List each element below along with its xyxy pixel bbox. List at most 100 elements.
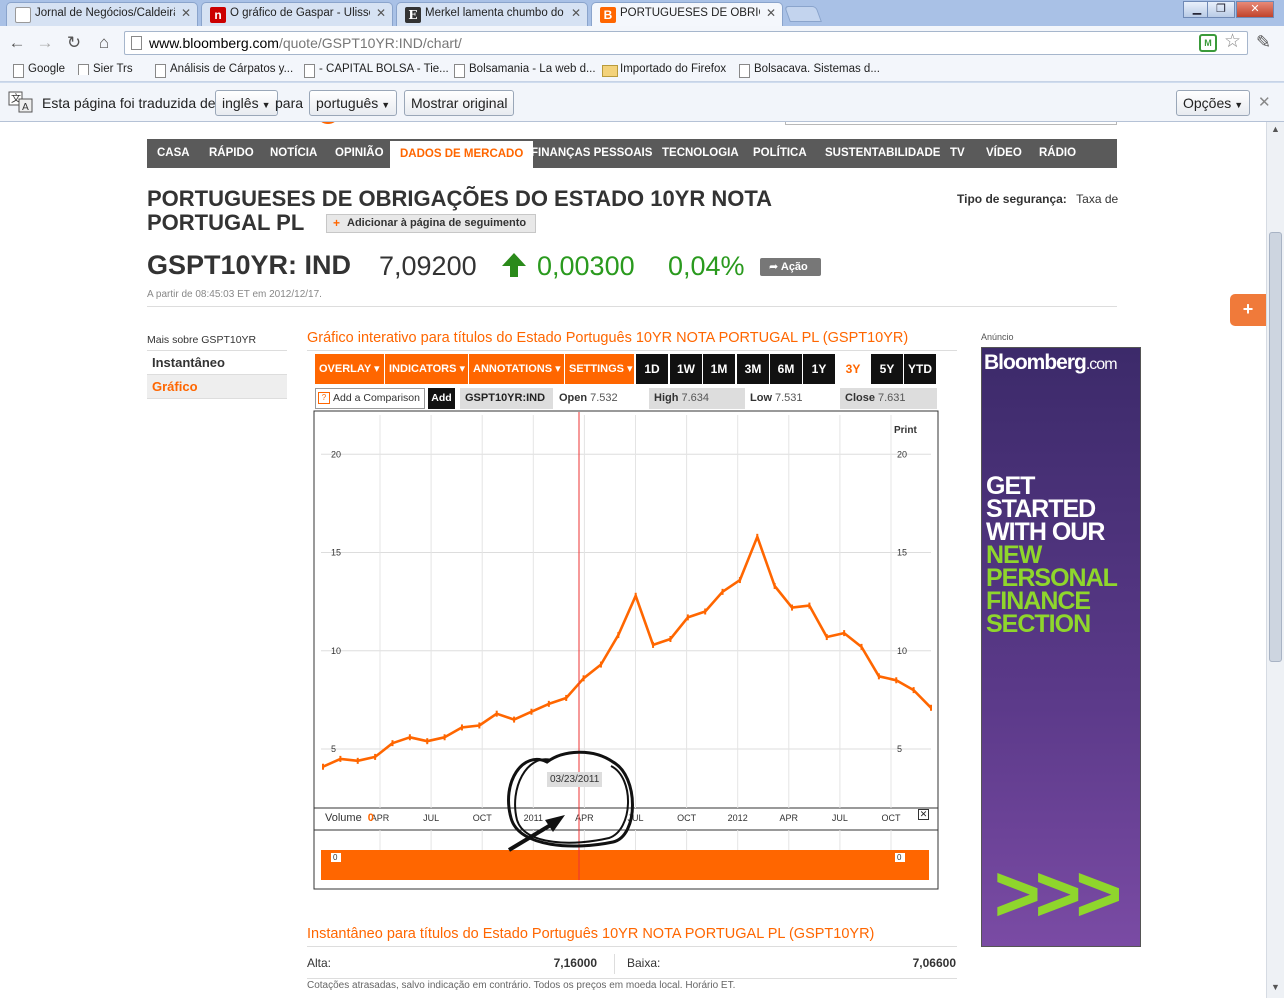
close-icon[interactable]: ✕ [181, 6, 191, 20]
translate-options-select[interactable]: Opções ▼ [1176, 90, 1251, 116]
indicators-menu[interactable]: INDICATORS ▾ [385, 354, 469, 384]
nav-item-video[interactable]: VÍDEO [976, 139, 1032, 168]
nav-item-rapido[interactable]: RÁPIDO [199, 139, 264, 168]
overlay-menu[interactable]: OVERLAY ▾ [315, 354, 385, 384]
wrench-icon[interactable]: ✎ [1256, 32, 1271, 53]
nav-item-tecnologia[interactable]: TECNOLOGIA [652, 139, 749, 168]
svg-text:A: A [22, 102, 29, 113]
scroll-up-arrow-icon[interactable]: ▲ [1269, 124, 1282, 138]
nav-item-dados-de-mercado[interactable]: DADOS DE MERCADO [390, 139, 534, 168]
dropdown-caret-icon: ▼ [1234, 100, 1244, 110]
tab-merkel[interactable]: E Merkel lamenta chumbo do Pl ✕ [396, 2, 588, 26]
bookmark-bolsamania[interactable]: Bolsamania - La web d... [453, 63, 596, 78]
left-nav-item-chart[interactable]: Gráfico [147, 375, 287, 399]
range-ytd-button[interactable]: YTD [904, 354, 936, 384]
nav-item-casa[interactable]: CASA [147, 139, 200, 168]
close-value: Close 7.631 [840, 388, 937, 409]
bookmark-carpatos[interactable]: Análisis de Cárpatos y... [154, 63, 293, 78]
close-translate-bar-icon[interactable]: ✕ [1258, 93, 1271, 111]
n-favicon-icon: n [210, 7, 226, 23]
nav-item-financas-pessoais[interactable]: FINANÇAS PESSOAIS [521, 139, 662, 168]
close-icon[interactable]: ✕ [571, 6, 581, 20]
divider [307, 978, 957, 979]
price-chart[interactable]: 5 5 10 10 15 15 20 20 APR JUL OCT 2011 APR JUL OCT 2012… [313, 410, 939, 890]
address-bar[interactable]: www.bloomberg.com/quote/GSPT10YR:IND/cha… [124, 31, 1248, 55]
y-tick-label-left: 10 [331, 646, 341, 656]
share-arrow-icon: ➦ [769, 261, 781, 273]
bookmark-bolsacava[interactable]: Bolsacava. Sistemas d... [738, 63, 880, 78]
nav-item-sustentabilidade[interactable]: SUSTENTABILIDADE [815, 139, 950, 168]
close-icon[interactable]: ✕ [376, 6, 386, 20]
volume-label: Volume 0 [325, 812, 374, 824]
ad-label: Anúncio [981, 332, 1014, 342]
main-nav: CASA RÁPIDO NOTÍCIA OPINIÃO DADOS DE MER… [147, 139, 1117, 168]
page-scrollbar[interactable]: ▲ ▼ [1266, 122, 1284, 998]
x-tick-label: 2011 [524, 813, 543, 823]
tab-jornal[interactable]: Jornal de Negócios/Caldeirão ✕ [6, 2, 198, 26]
site-search-box[interactable] [785, 122, 1117, 125]
print-link[interactable]: Print [894, 425, 917, 436]
range-1m-button[interactable]: 1M [703, 354, 735, 384]
show-original-button[interactable]: Mostrar original [404, 90, 515, 116]
nav-item-opiniao[interactable]: OPINIÃO [325, 139, 394, 168]
back-arrow-icon[interactable]: ← [6, 32, 28, 54]
x-tick-label: 2012 [728, 813, 748, 823]
range-5y-button[interactable]: 5Y [871, 354, 903, 384]
add-to-watchlist-button[interactable]: + Adicionar à página de seguimento [326, 214, 537, 233]
home-icon[interactable]: ⌂ [93, 32, 115, 54]
new-tab-button[interactable] [784, 6, 822, 22]
settings-menu[interactable]: SETTINGS ▾ [565, 354, 635, 384]
maximize-button[interactable]: ❐ [1207, 1, 1235, 18]
extension-shield-icon[interactable]: M [1199, 34, 1217, 52]
source-language-select[interactable]: inglês ▼ [215, 90, 278, 116]
reload-icon[interactable]: ↻ [63, 32, 85, 54]
comparison-input[interactable]: ? Add a Comparison [315, 388, 425, 409]
tab-title: O gráfico de Gaspar - Ulisses [230, 7, 370, 19]
page-title-line2: PORTUGAL PL [147, 210, 305, 235]
volume-panel: 00 [321, 850, 929, 880]
window-close-button[interactable]: ✕ [1236, 1, 1274, 18]
tab-gaspar[interactable]: n O gráfico de Gaspar - Ulisses ✕ [201, 2, 393, 26]
target-language-value: português [316, 95, 379, 111]
x-tick-label: APR [780, 813, 799, 823]
tab-bloomberg-active[interactable]: B PORTUGUESES DE OBRIGAÇ ✕ [591, 2, 783, 26]
bookmark-sier[interactable]: Sier Trs [77, 63, 133, 75]
y-tick-label-right: 10 [897, 646, 907, 656]
target-language-select[interactable]: português ▼ [309, 90, 398, 116]
help-icon[interactable]: ? [318, 392, 330, 404]
bookmark-folder-firefox[interactable]: Importado do Firefox [601, 63, 726, 77]
range-1w-button[interactable]: 1W [670, 354, 702, 384]
security-type: Tipo de segurança: Taxa de [957, 192, 1118, 206]
annotations-menu[interactable]: ANNOTATIONS ▾ [469, 354, 565, 384]
bookmark-star-icon[interactable]: ☆ [1224, 31, 1241, 53]
nav-item-noticia[interactable]: NOTÍCIA [260, 139, 327, 168]
left-nav-item-snapshot[interactable]: Instantâneo [147, 351, 287, 375]
share-button[interactable]: ➦ Ação [760, 258, 821, 276]
close-volume-icon[interactable]: ✕ [918, 809, 929, 820]
forward-arrow-icon[interactable]: → [34, 32, 56, 54]
bookmark-capital-bolsa[interactable]: - CAPITAL BOLSA - Tie... [303, 63, 449, 78]
scroll-thumb[interactable] [1269, 232, 1282, 662]
y-tick-label-right: 20 [897, 449, 907, 459]
scroll-down-arrow-icon[interactable]: ▼ [1269, 982, 1282, 996]
nav-item-tv[interactable]: TV [940, 139, 975, 168]
bloomberg-ad-banner[interactable]: Bloomberg.com GET STARTED WITH OUR NEW P… [981, 347, 1141, 947]
bookmark-google[interactable]: Google [12, 63, 65, 78]
range-6m-button[interactable]: 6M [770, 354, 802, 384]
y-tick-label-left: 15 [331, 548, 341, 558]
range-3m-button[interactable]: 3M [737, 354, 769, 384]
share-widget-icon[interactable]: + [1230, 294, 1266, 326]
open-number: 7.532 [590, 392, 618, 404]
nav-item-politica[interactable]: POLÍTICA [743, 139, 817, 168]
tab-strip: Jornal de Negócios/Caldeirão ✕ n O gráfi… [0, 0, 1284, 26]
close-label: Close [845, 392, 875, 404]
add-comparison-button[interactable]: Add [428, 388, 455, 409]
close-icon[interactable]: ✕ [766, 6, 776, 20]
snapshot-low-label: Baixa: [627, 956, 661, 970]
range-1d-button[interactable]: 1D [636, 354, 668, 384]
range-1y-button[interactable]: 1Y [803, 354, 835, 384]
bloomberg-logo-fragment [316, 122, 342, 126]
nav-item-radio[interactable]: RÁDIO [1029, 139, 1086, 168]
divider [147, 306, 1117, 307]
range-3y-button[interactable]: 3Y [837, 354, 869, 384]
